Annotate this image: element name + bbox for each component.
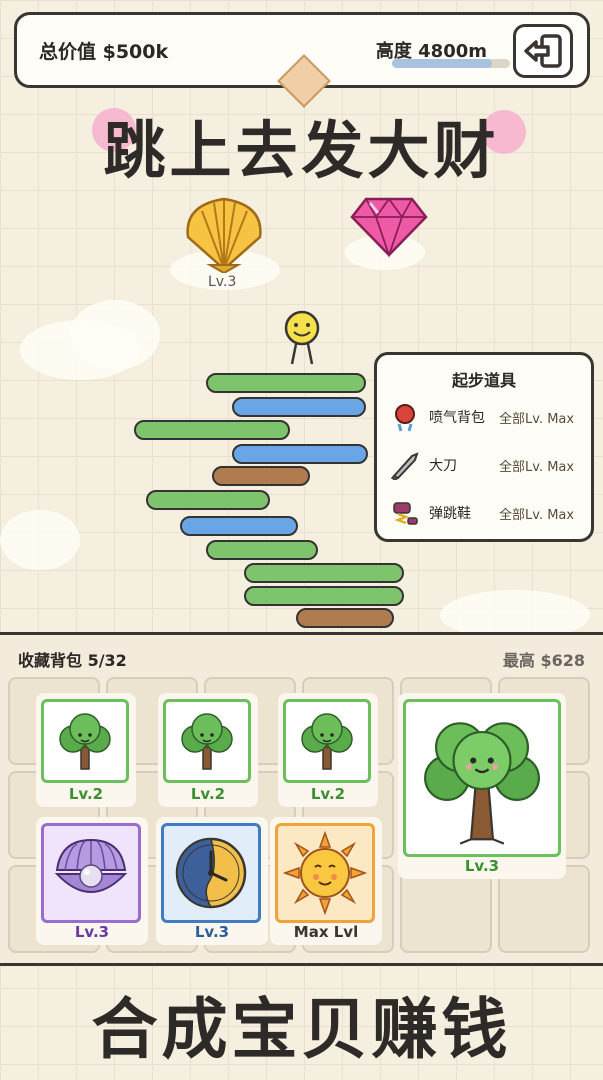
start-item-level: 全部Lv. Max [499, 459, 575, 475]
platform [180, 516, 298, 536]
sun-icon [283, 831, 367, 915]
start-item-name: 大刀 [429, 458, 457, 474]
start-item-level: 全部Lv. Max [499, 507, 575, 523]
item-card[interactable]: Lv.2 [158, 693, 258, 807]
platform [244, 563, 404, 583]
main-title: 跳上去发大财 [103, 114, 500, 187]
merge-result-card[interactable]: Lv.3 [398, 693, 566, 879]
item-frame [163, 699, 251, 783]
item-frame [275, 823, 375, 923]
shell-level: Lv.3 [208, 274, 237, 290]
exit-button[interactable] [513, 24, 573, 78]
tree-icon [301, 713, 353, 770]
platform [146, 490, 270, 510]
item-card[interactable]: Lv.3 [36, 817, 148, 945]
platform [232, 397, 366, 417]
item-frame [403, 699, 561, 857]
pink-diamond-icon [350, 197, 428, 258]
item-level: Lv.2 [68, 785, 104, 803]
exit-door-icon [524, 34, 562, 68]
big-tree-icon [424, 722, 540, 845]
cloud [0, 510, 80, 570]
item-card[interactable]: Lv.2 [36, 693, 136, 807]
item-frame [41, 699, 129, 783]
inventory-title: 收藏背包 5/32 [18, 651, 127, 670]
start-item-level: 全部Lv. Max [499, 411, 575, 427]
jetpack-icon [389, 401, 421, 433]
item-level: Lv.2 [190, 785, 226, 803]
start-item-name: 喷气背包 [429, 410, 485, 426]
platform [134, 420, 290, 440]
start-item-name: 弹跳鞋 [429, 506, 471, 522]
item-level: Lv.3 [74, 923, 110, 941]
platform [212, 466, 310, 486]
bottom-title: 合成宝贝赚钱 [91, 991, 512, 1068]
clock-icon [175, 837, 247, 909]
smiley-jumper-icon [284, 310, 320, 365]
start-item-blade[interactable]: 大刀 全部Lv. Max [389, 445, 589, 485]
tree-icon [59, 713, 111, 770]
platform [244, 586, 404, 606]
item-card[interactable]: Lv.3 [156, 817, 268, 945]
height-progress-bar [392, 59, 510, 68]
total-value: 总价值 $500k [39, 41, 169, 63]
item-card[interactable]: Max Lvl [270, 817, 382, 945]
item-level: Lv.2 [310, 785, 346, 803]
height-progress-fill [392, 59, 493, 68]
item-frame [161, 823, 261, 923]
start-item-jetpack[interactable]: 喷气背包 全部Lv. Max [389, 397, 589, 437]
platform [232, 444, 368, 464]
collection-inventory: 收藏背包 5/32 最高 $628 Lv.2 Lv.2 Lv.2 Lv.3 Lv… [0, 632, 603, 966]
start-item-spring-shoes[interactable]: 弹跳鞋 全部Lv. Max [389, 493, 589, 533]
platform [206, 373, 366, 393]
cloud [70, 300, 160, 370]
item-level: Lv.3 [464, 857, 500, 875]
starting-items-panel: 起步道具 喷气背包 全部Lv. Max 大刀 全部Lv. Max 弹跳鞋 全部L… [374, 352, 594, 542]
blade-icon [389, 449, 421, 481]
inventory-best: 最高 $628 [502, 651, 585, 670]
item-card[interactable]: Lv.2 [278, 693, 378, 807]
item-level: Max Lvl [293, 923, 359, 941]
platform [206, 540, 318, 560]
spring-shoes-icon [389, 497, 421, 529]
item-frame [41, 823, 141, 923]
item-level: Lv.3 [194, 923, 230, 941]
platform [296, 608, 394, 628]
pearl-shell-icon [54, 838, 128, 893]
golden-shell-icon [186, 197, 262, 273]
tree-icon [181, 713, 233, 770]
panel-title: 起步道具 [451, 371, 516, 390]
item-frame [283, 699, 371, 783]
